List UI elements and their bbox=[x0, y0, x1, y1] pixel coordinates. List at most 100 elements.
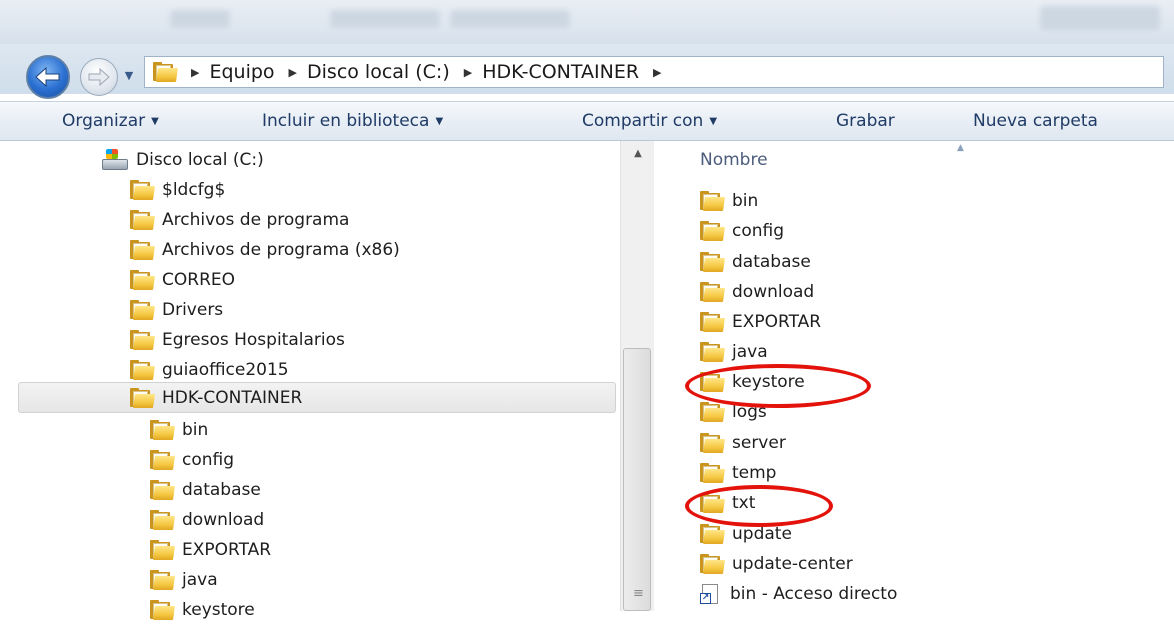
shortcut-icon: ↗ bbox=[700, 583, 722, 605]
address-bar[interactable]: ▶ Equipo ▶ Disco local (C:) ▶ HDK-CONTAI… bbox=[144, 56, 1164, 88]
file-list-item[interactable]: temp bbox=[700, 458, 776, 488]
folder-icon bbox=[700, 554, 725, 574]
nav-item-drive[interactable]: Disco local (C:) bbox=[102, 145, 264, 175]
nav-item-label: guiaoffice2015 bbox=[162, 360, 289, 380]
nav-subitem-folder[interactable]: download bbox=[150, 505, 264, 535]
nav-item-label: Archivos de programa (x86) bbox=[162, 240, 400, 260]
column-header-name[interactable]: Nombre bbox=[700, 150, 768, 170]
folder-icon bbox=[700, 282, 725, 302]
nav-item-folder[interactable]: Archivos de programa bbox=[130, 205, 349, 235]
annotation-circle-keystore bbox=[685, 364, 871, 408]
file-list-item[interactable]: update-center bbox=[700, 549, 853, 579]
nav-subitem-folder[interactable]: EXPORTAR bbox=[150, 535, 271, 565]
share-with-button[interactable]: Compartir con ▼ bbox=[582, 111, 717, 131]
nav-subitem-folder[interactable]: java bbox=[150, 565, 218, 595]
folder-icon bbox=[130, 388, 155, 408]
nav-item-folder[interactable]: Egresos Hospitalarios bbox=[130, 325, 345, 355]
nav-item-label: Disco local (C:) bbox=[136, 150, 264, 170]
sort-ascending-icon: ▲ bbox=[957, 143, 964, 153]
include-in-library-label: Incluir en biblioteca bbox=[262, 111, 430, 131]
window-title-strip bbox=[0, 0, 1174, 44]
scroll-up-arrow-icon[interactable]: ▲ bbox=[621, 141, 655, 165]
nav-item-folder[interactable]: Archivos de programa (x86) bbox=[130, 235, 400, 265]
nav-subitem-folder[interactable]: keystore bbox=[150, 595, 255, 625]
file-list-item-shortcut[interactable]: ↗ bin - Acceso directo bbox=[700, 579, 897, 609]
back-arrow-icon bbox=[35, 66, 60, 88]
nav-item-folder-selected[interactable]: HDK-CONTAINER bbox=[130, 383, 302, 413]
nav-item-label: download bbox=[182, 510, 265, 530]
nav-item-label: keystore bbox=[182, 600, 255, 620]
file-list-item[interactable]: bin bbox=[700, 186, 758, 216]
folder-icon bbox=[150, 480, 175, 500]
nav-item-folder[interactable]: Drivers bbox=[130, 295, 223, 325]
nav-subitem-folder[interactable]: config bbox=[150, 445, 234, 475]
nav-subitem-folder[interactable]: database bbox=[150, 475, 261, 505]
folder-icon bbox=[700, 312, 725, 332]
blurred-title-element bbox=[450, 10, 570, 28]
file-name: java bbox=[732, 342, 768, 362]
file-name: download bbox=[732, 282, 815, 302]
include-in-library-button[interactable]: Incluir en biblioteca ▼ bbox=[262, 111, 443, 131]
folder-icon bbox=[130, 360, 155, 380]
share-with-label: Compartir con bbox=[582, 111, 704, 131]
scrollbar-thumb[interactable]: ≡ bbox=[623, 348, 651, 611]
nav-item-folder[interactable]: CORREO bbox=[130, 265, 235, 295]
folder-icon bbox=[130, 270, 155, 290]
file-list-item[interactable]: config bbox=[700, 216, 784, 246]
file-name: EXPORTAR bbox=[732, 312, 822, 332]
folder-icon bbox=[130, 240, 155, 260]
burn-label: Grabar bbox=[836, 111, 895, 131]
nav-pane-scrollbar[interactable]: ▲ ≡ bbox=[620, 141, 654, 611]
file-name: server bbox=[732, 433, 786, 453]
hard-drive-icon bbox=[102, 149, 128, 171]
breadcrumb-arrow-icon[interactable]: ▶ bbox=[653, 66, 661, 79]
nav-selection-highlight bbox=[18, 382, 616, 413]
folder-icon bbox=[700, 342, 725, 362]
file-list-item[interactable]: java bbox=[700, 337, 768, 367]
burn-button[interactable]: Grabar bbox=[836, 111, 895, 131]
folder-icon bbox=[700, 191, 725, 211]
file-list-item[interactable]: EXPORTAR bbox=[700, 307, 821, 337]
breadcrumb-equipo[interactable]: Equipo bbox=[209, 61, 274, 83]
nav-item-label: bin bbox=[182, 420, 209, 440]
file-list-item[interactable]: download bbox=[700, 277, 814, 307]
nav-item-label: Egresos Hospitalarios bbox=[162, 330, 345, 350]
nav-item-label: config bbox=[182, 450, 235, 470]
nav-item-label: Drivers bbox=[162, 300, 224, 320]
folder-icon bbox=[700, 402, 725, 422]
folder-icon bbox=[700, 524, 725, 544]
organize-label: Organizar bbox=[62, 111, 146, 131]
file-name: temp bbox=[732, 463, 777, 483]
file-list-item[interactable]: database bbox=[700, 247, 811, 277]
nav-subitem-folder[interactable]: bin bbox=[150, 415, 208, 445]
folder-icon bbox=[700, 221, 725, 241]
nav-item-label: $ldcfg$ bbox=[162, 180, 226, 200]
file-name: config bbox=[732, 221, 785, 241]
forward-button[interactable] bbox=[80, 58, 118, 96]
breadcrumb-hdk-container[interactable]: HDK-CONTAINER bbox=[482, 61, 639, 83]
folder-icon bbox=[153, 62, 178, 82]
nav-item-label: HDK-CONTAINER bbox=[162, 388, 303, 408]
nav-item-folder[interactable]: $ldcfg$ bbox=[130, 175, 225, 205]
breadcrumb-arrow-icon[interactable]: ▶ bbox=[191, 66, 199, 79]
chevron-down-icon: ▼ bbox=[151, 116, 159, 127]
nav-item-folder[interactable]: guiaoffice2015 bbox=[130, 355, 289, 385]
back-button[interactable] bbox=[26, 55, 70, 99]
file-name: database bbox=[732, 252, 811, 272]
forward-arrow-icon bbox=[88, 68, 110, 86]
nav-item-label: EXPORTAR bbox=[182, 540, 272, 560]
folder-icon bbox=[130, 330, 155, 350]
file-list-item[interactable]: server bbox=[700, 428, 786, 458]
breadcrumb-arrow-icon[interactable]: ▶ bbox=[464, 66, 472, 79]
recent-pages-dropdown[interactable]: ▼ bbox=[122, 64, 136, 86]
folder-icon bbox=[130, 210, 155, 230]
breadcrumb-arrow-icon[interactable]: ▶ bbox=[289, 66, 297, 79]
folder-icon bbox=[150, 450, 175, 470]
file-name: bin bbox=[732, 191, 759, 211]
nav-item-label: CORREO bbox=[162, 270, 235, 290]
folder-icon bbox=[700, 252, 725, 272]
organize-menu-button[interactable]: Organizar ▼ bbox=[62, 111, 159, 131]
breadcrumb-disco-local[interactable]: Disco local (C:) bbox=[307, 61, 450, 83]
nav-item-label: database bbox=[182, 480, 261, 500]
new-folder-button[interactable]: Nueva carpeta bbox=[973, 111, 1098, 131]
